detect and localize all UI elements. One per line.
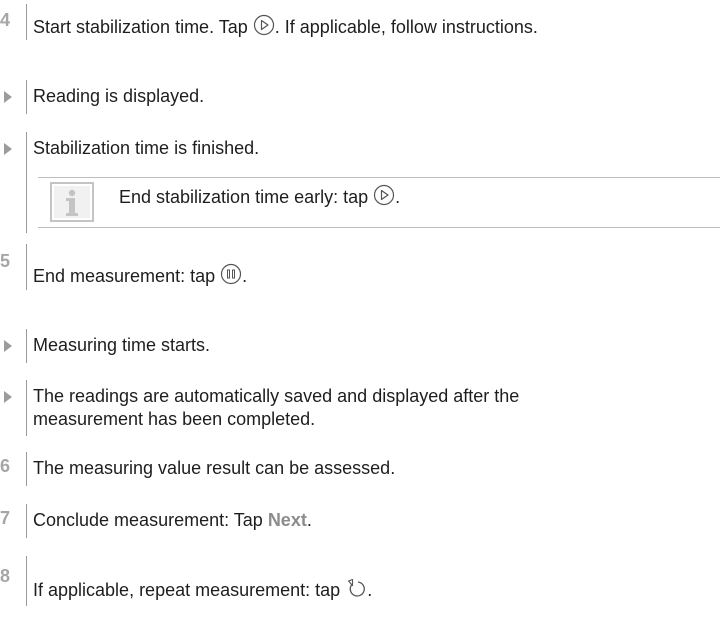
step-text-suffix: . [306, 510, 312, 530]
result-arrow-icon [4, 91, 12, 103]
play-circle-icon [373, 184, 395, 212]
step-text: Conclude measurement: Tap [33, 510, 268, 530]
note-bottom-rule [38, 227, 720, 228]
result-divider [26, 80, 27, 114]
result-text: Reading is displayed. [33, 86, 205, 106]
result-divider [26, 132, 27, 233]
note-text: End stabilization time early: tap [119, 187, 374, 207]
step-number: 5 [0, 251, 11, 271]
step-divider [26, 244, 27, 290]
step-text-suffix: . If applicable, follow instructions. [274, 17, 538, 37]
result-text-line2: measurement has been completed. [33, 409, 316, 429]
result-divider [26, 380, 27, 436]
note-text-suffix: . [395, 187, 401, 207]
step-text: Start stabilization time. Tap [33, 17, 253, 37]
note-top-rule [38, 177, 720, 178]
result-arrow-icon [4, 391, 12, 403]
step-text: The measuring value result can be assess… [33, 458, 396, 478]
result-text-line1: The readings are automatically saved and… [33, 386, 520, 406]
result-arrow-icon [4, 340, 12, 352]
step-number: 6 [0, 456, 11, 476]
step-divider [26, 4, 27, 40]
play-circle-icon [253, 14, 275, 42]
step-number: 7 [0, 508, 11, 528]
step-text-suffix: . [242, 266, 248, 286]
repeat-arrow-icon [345, 577, 367, 605]
info-icon [50, 182, 94, 222]
pause-circle-icon [220, 263, 242, 291]
step-divider [26, 556, 27, 606]
step-divider [26, 452, 27, 486]
result-arrow-icon [4, 143, 12, 155]
step-number: 4 [0, 10, 11, 30]
next-button-label: Next [267, 510, 307, 530]
info-note: End stabilization time early: tap . [38, 177, 720, 228]
result-text: Measuring time starts. [33, 335, 211, 355]
step-divider [26, 504, 27, 538]
step-text-suffix: . [367, 580, 373, 600]
step-text: If applicable, repeat measurement: tap [33, 580, 346, 600]
result-text: Stabilization time is finished. [33, 138, 260, 158]
step-number: 8 [0, 566, 11, 586]
step-text: End measurement: tap [33, 266, 221, 286]
result-divider [26, 329, 27, 363]
